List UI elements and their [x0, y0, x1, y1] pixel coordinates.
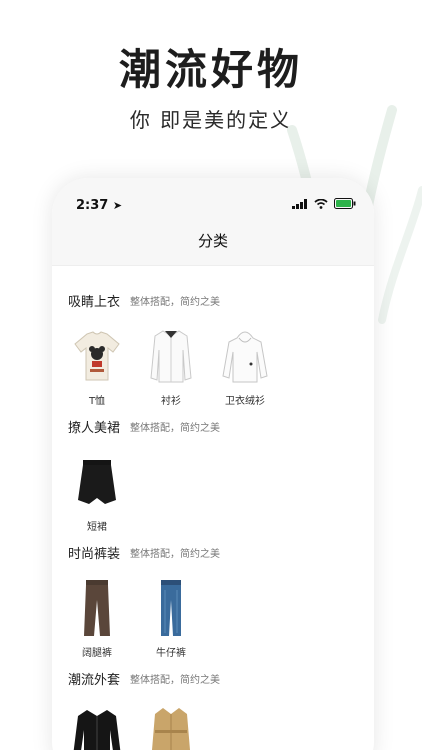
signal-icon: [292, 198, 307, 209]
status-time: 2:37 ➤: [76, 198, 122, 213]
category-section-tops: 吸睛上衣 整体搭配，简约之美 T恤 衬衫 卫衣绒衫: [68, 288, 374, 407]
category-item-hoodie[interactable]: 卫衣绒衫: [216, 326, 274, 407]
category-item-tshirt[interactable]: T恤: [68, 326, 126, 407]
location-arrow-icon: ➤: [112, 199, 123, 212]
item-grid: [68, 704, 374, 750]
trench-coat-icon: [152, 708, 190, 750]
item-label: 牛仔裤: [156, 648, 186, 659]
skirt-icon: [78, 460, 116, 504]
category-section-skirts: 撩人美裙 整体搭配，简约之美 短裙: [68, 414, 374, 534]
status-bar: 2:37 ➤: [52, 178, 374, 230]
hoodie-icon: [222, 331, 268, 383]
category-item-jeans[interactable]: 牛仔裤: [142, 578, 200, 659]
section-subtitle: 整体搭配，简约之美: [130, 296, 221, 308]
jacket-icon: [73, 710, 121, 750]
status-icons: [292, 198, 356, 209]
tshirt-icon: [74, 331, 120, 381]
section-title: 撩人美裙: [68, 420, 121, 436]
category-item-shirt[interactable]: 衬衫: [142, 326, 200, 407]
item-grid: 短裙: [68, 452, 374, 533]
item-label: T恤: [88, 396, 106, 407]
section-header: 撩人美裙 整体搭配，简约之美: [68, 414, 374, 438]
wide-pants-icon: [84, 580, 110, 636]
section-header: 时尚裤装 整体搭配，简约之美: [68, 540, 374, 564]
nav-bar: 分类: [52, 230, 374, 266]
category-item-wide-pants[interactable]: 阔腿裤: [68, 578, 126, 659]
wifi-icon: [314, 198, 328, 209]
section-title: 吸睛上衣: [68, 294, 121, 310]
item-grid: 阔腿裤 牛仔裤: [68, 578, 374, 659]
shirt-icon: [150, 330, 192, 383]
nav-title: 分类: [197, 232, 228, 250]
jeans-icon: [161, 580, 181, 636]
item-grid: T恤 衬衫 卫衣绒衫: [68, 326, 374, 407]
phone-frame: 2:37 ➤ 分类 吸睛上衣 整体搭配，简约之美 T恤 衬衫 卫衣绒衫 撩人美裙…: [52, 178, 374, 750]
item-label: 卫衣绒衫: [225, 396, 265, 407]
item-label: 短裙: [87, 522, 107, 533]
item-label: 阔腿裤: [82, 648, 112, 659]
section-header: 吸睛上衣 整体搭配，简约之美: [68, 288, 374, 312]
item-label: 衬衫: [161, 396, 181, 407]
section-subtitle: 整体搭配，简约之美: [130, 674, 221, 686]
category-section-pants: 时尚裤装 整体搭配，简约之美 阔腿裤 牛仔裤: [68, 540, 374, 660]
section-title: 时尚裤装: [68, 546, 121, 562]
battery-icon: [334, 198, 356, 209]
category-item-skirt[interactable]: 短裙: [68, 452, 126, 533]
category-item-trench-coat[interactable]: [142, 704, 200, 750]
section-subtitle: 整体搭配，简约之美: [130, 422, 221, 434]
section-subtitle: 整体搭配，简约之美: [130, 548, 221, 560]
section-title: 潮流外套: [68, 672, 121, 688]
section-header: 潮流外套 整体搭配，简约之美: [68, 666, 374, 690]
category-section-outerwear: 潮流外套 整体搭配，简约之美: [68, 666, 374, 750]
category-item-jacket[interactable]: [68, 704, 126, 750]
status-time-text: 2:37: [76, 198, 109, 213]
